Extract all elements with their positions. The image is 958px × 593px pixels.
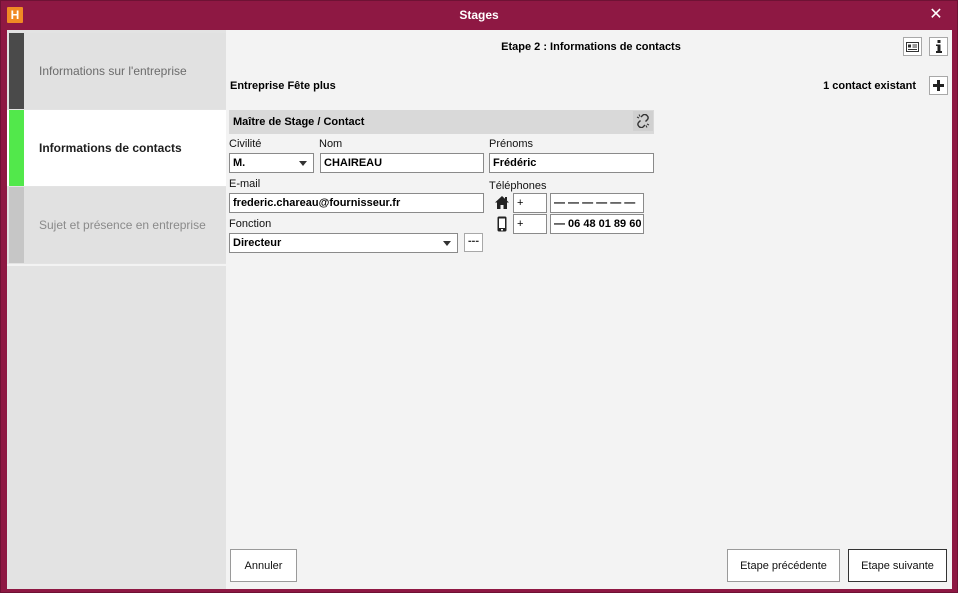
contact-count: 1 contact existant <box>823 80 916 92</box>
contact-card-button[interactable] <box>903 37 922 56</box>
close-button[interactable]: ✕ <box>927 5 945 25</box>
telephones-label: Téléphones <box>489 180 547 192</box>
stages-window: H Stages ✕ Informations sur l'entreprise… <box>0 0 958 593</box>
sidebar-step-subject-presence[interactable]: Sujet et présence en entreprise <box>7 187 226 263</box>
sidebar-step-label: Informations sur l'entreprise <box>39 64 187 78</box>
home-phone-icon <box>495 196 509 209</box>
info-button[interactable] <box>929 37 948 56</box>
window-title: Stages <box>459 8 499 22</box>
civilite-select[interactable]: M. <box>229 153 314 173</box>
nom-input[interactable]: CHAIREAU <box>320 153 484 173</box>
home-phone-prefix-input[interactable]: + <box>513 193 547 213</box>
prenoms-input[interactable]: Frédéric <box>489 153 654 173</box>
section-title: Maître de Stage / Contact <box>233 116 365 128</box>
company-name: Entreprise Fête plus <box>230 80 336 92</box>
unlink-contact-button[interactable] <box>633 111 653 131</box>
dialog-content: Informations sur l'entreprise Informatio… <box>7 30 952 589</box>
sidebar-step-label: Informations de contacts <box>39 141 182 155</box>
plus-icon <box>933 80 944 91</box>
sidebar-step-contact-info[interactable]: Informations de contacts <box>7 110 226 186</box>
fonction-value: Directeur <box>233 237 282 249</box>
info-icon <box>935 40 942 53</box>
contact-card-icon <box>906 41 919 52</box>
contact-section-header: Maître de Stage / Contact <box>229 110 654 134</box>
unlink-icon <box>636 114 650 128</box>
title-bar: H Stages ✕ <box>1 1 957 29</box>
civilite-value: M. <box>233 157 246 169</box>
step-status-bar <box>9 110 24 186</box>
cancel-button[interactable]: Annuler <box>230 549 297 582</box>
email-input[interactable]: frederic.chareau@fournisseur.fr <box>229 193 484 213</box>
step-status-bar <box>9 187 24 263</box>
step-status-bar <box>9 33 24 109</box>
nom-label: Nom <box>319 138 343 150</box>
civilite-label: Civilité <box>229 138 262 150</box>
fonction-label: Fonction <box>229 218 272 230</box>
next-step-button[interactable]: Etape suivante <box>848 549 947 582</box>
sidebar-step-company-info[interactable]: Informations sur l'entreprise <box>7 33 226 109</box>
add-contact-button[interactable] <box>929 76 948 95</box>
chevron-down-icon <box>443 241 451 246</box>
fonction-more-button[interactable]: --- <box>464 233 483 252</box>
mobile-phone-icon <box>497 216 507 232</box>
steps-sidebar: Informations sur l'entreprise Informatio… <box>7 30 226 589</box>
previous-step-button[interactable]: Etape précédente <box>727 549 840 582</box>
mobile-phone-input[interactable]: — 06 48 01 89 60 <box>550 214 644 234</box>
sidebar-divider <box>7 264 226 266</box>
mobile-phone-prefix-input[interactable]: + <box>513 214 547 234</box>
fonction-select[interactable]: Directeur <box>229 233 458 253</box>
email-label: E-mail <box>229 178 261 190</box>
home-phone-input[interactable]: — — — — — — <box>550 193 644 213</box>
sidebar-step-label: Sujet et présence en entreprise <box>39 218 206 232</box>
prenoms-label: Prénoms <box>489 138 534 150</box>
step-title: Etape 2 : Informations de contacts <box>501 41 681 53</box>
chevron-down-icon <box>299 161 307 166</box>
